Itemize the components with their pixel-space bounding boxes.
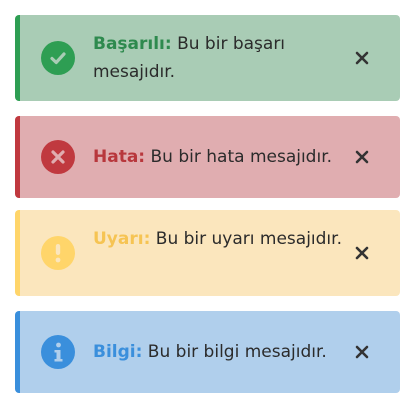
alert-title: Başarılı: [93,34,172,54]
alert-message: Bu bir hata mesajıdır. [145,147,333,167]
check-circle-icon [41,41,75,75]
close-icon[interactable] [352,48,372,68]
success-alert: Başarılı: Bu bir başarı mesajıdır. [15,15,400,101]
exclamation-circle-icon [41,236,75,270]
x-circle-icon [41,140,75,174]
close-icon[interactable] [352,342,372,362]
warning-alert: Uyarı: Bu bir uyarı mesajıdır. [15,210,400,296]
info-alert: Bilgi: Bu bir bilgi mesajıdır. [15,311,400,393]
alert-message: Bu bir uyarı mesajıdır. [150,229,342,249]
alert-title: Bilgi: [93,342,143,362]
alert-message: Bu bir bilgi mesajıdır. [142,342,327,362]
alert-text: Bilgi: Bu bir bilgi mesajıdır. [93,338,353,366]
alert-text: Başarılı: Bu bir başarı mesajıdır. [93,30,343,86]
close-icon[interactable] [352,243,372,263]
alert-text: Uyarı: Bu bir uyarı mesajıdır. [93,225,343,253]
alert-title: Uyarı: [93,229,151,249]
alert-text: Hata: Bu bir hata mesajıdır. [93,143,353,171]
close-icon[interactable] [352,147,372,167]
info-circle-icon [41,335,75,369]
error-alert: Hata: Bu bir hata mesajıdır. [15,116,400,198]
alert-title: Hata: [93,147,146,167]
